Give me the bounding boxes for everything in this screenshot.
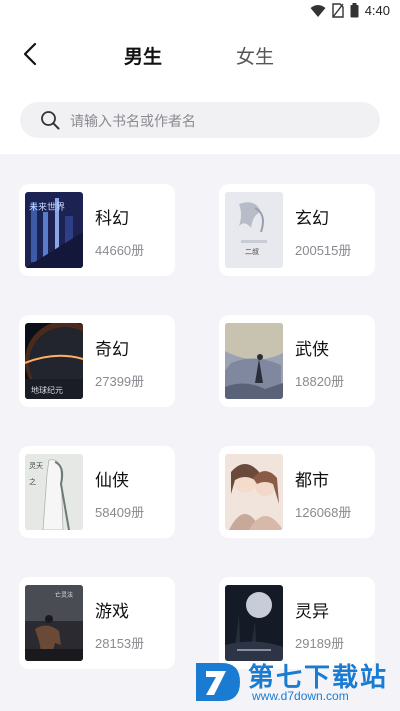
category-card-wuxia[interactable]: 武侠 18820册 — [219, 315, 375, 407]
status-bar: 4:40 — [0, 0, 400, 24]
tab-female-label: 女生 — [236, 46, 275, 68]
header: 男生 女生 — [0, 30, 400, 78]
supernatural-cover — [225, 585, 283, 661]
svg-text:之: 之 — [29, 477, 36, 486]
category-title: 游戏 — [95, 602, 129, 622]
category-title: 武侠 — [295, 340, 329, 360]
search-input[interactable]: 请输入书名或作者名 — [20, 102, 380, 138]
category-count: 200515册 — [295, 243, 352, 258]
battery-icon — [350, 3, 359, 18]
tab-female[interactable]: 女生 — [236, 42, 274, 69]
wuxia-cover — [225, 323, 283, 399]
xianxia-cover: 灵天之 — [25, 454, 83, 530]
wifi-icon — [310, 4, 326, 17]
svg-text:地球纪元: 地球纪元 — [31, 385, 63, 395]
category-count: 126068册 — [295, 505, 352, 520]
category-title: 都市 — [295, 471, 329, 491]
category-title: 仙侠 — [95, 471, 129, 491]
category-count: 58409册 — [95, 505, 145, 520]
category-count: 44660册 — [95, 243, 145, 258]
category-count: 28153册 — [95, 636, 145, 651]
category-count: 29189册 — [295, 636, 345, 651]
category-title: 灵异 — [295, 602, 329, 622]
category-card-magic[interactable]: 地球纪元 奇幻 27399册 — [19, 315, 175, 407]
svg-text:灵天: 灵天 — [29, 462, 43, 470]
game-cover: 亡灵法 — [25, 585, 83, 661]
category-title: 科幻 — [95, 209, 129, 229]
svg-text:未来世界: 未来世界 — [29, 201, 65, 213]
no-sim-icon — [331, 3, 344, 18]
d7-logo-icon — [196, 663, 240, 701]
tab-male-label: 男生 — [124, 46, 163, 68]
category-card-scifi[interactable]: 未来世界 科幻 44660册 — [19, 184, 175, 276]
svg-text:二叔: 二叔 — [245, 247, 259, 256]
scifi-cover: 未来世界 — [25, 192, 83, 268]
fantasy-cover: 二叔 — [225, 192, 283, 268]
search-icon — [41, 111, 60, 130]
back-arrow-icon[interactable] — [18, 40, 46, 68]
svg-text:亡灵法: 亡灵法 — [55, 591, 73, 599]
site-watermark: 第七下载站 www.d7down.com — [192, 655, 392, 707]
category-card-fantasy[interactable]: 二叔 玄幻 200515册 — [219, 184, 375, 276]
search-placeholder: 请输入书名或作者名 — [70, 114, 196, 130]
category-count: 27399册 — [95, 374, 145, 389]
category-count: 18820册 — [295, 374, 345, 389]
magic-cover: 地球纪元 — [25, 323, 83, 399]
category-card-urban[interactable]: 都市 126068册 — [219, 446, 375, 538]
category-card-game[interactable]: 亡灵法 游戏 28153册 — [19, 577, 175, 669]
urban-cover — [225, 454, 283, 530]
category-title: 玄幻 — [295, 209, 329, 229]
watermark-url: www.d7down.com — [252, 689, 349, 703]
tab-male[interactable]: 男生 — [124, 42, 162, 69]
category-card-xianxia[interactable]: 灵天之 仙侠 58409册 — [19, 446, 175, 538]
status-time: 4:40 — [364, 3, 390, 18]
category-title: 奇幻 — [95, 340, 129, 360]
